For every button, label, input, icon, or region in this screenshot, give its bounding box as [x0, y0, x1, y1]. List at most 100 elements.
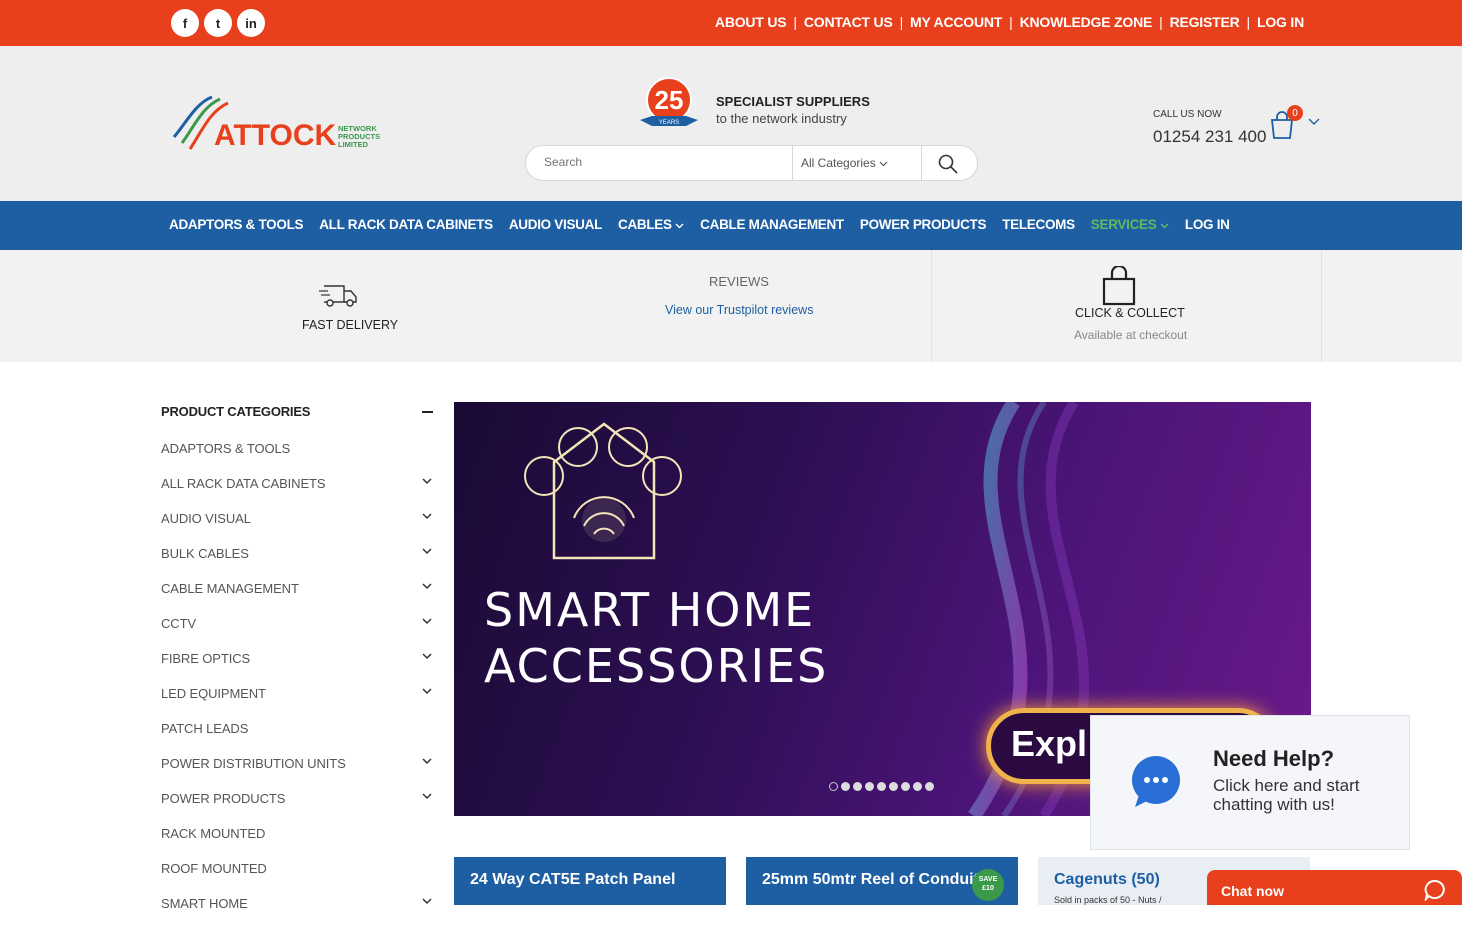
chevron-down-icon[interactable] [422, 547, 432, 555]
nav-cable-management[interactable]: CABLE MANAGEMENT [700, 217, 844, 232]
top-bar: f t in ABOUT US | CONTACT US | MY ACCOUN… [0, 0, 1462, 46]
call-us-label: CALL US NOW [1153, 109, 1222, 120]
register-link[interactable]: REGISTER [1170, 14, 1240, 30]
product-title: Cagenuts (50) [1054, 871, 1160, 888]
nav-all-rack-data-cabinets[interactable]: ALL RACK DATA CABINETS [319, 217, 493, 232]
sidebar-item-label: PATCH LEADS [161, 721, 249, 736]
search-input[interactable] [544, 155, 784, 169]
banner-title: SMART HOME ACCESSORIES [484, 582, 828, 694]
sidebar-item[interactable]: BULK CABLES [161, 546, 436, 581]
chevron-down-icon[interactable] [422, 652, 432, 660]
nav-power-products[interactable]: POWER PRODUCTS [860, 217, 987, 232]
phone-number[interactable]: 01254 231 400 [1153, 127, 1266, 147]
reviews-title: REVIEWS [709, 274, 769, 289]
contact-us-link[interactable]: CONTACT US [804, 14, 893, 30]
linkedin-icon[interactable]: in [237, 9, 265, 37]
slider-dot[interactable] [913, 782, 922, 791]
nav-services-label: SERVICES [1090, 217, 1157, 232]
sidebar-item[interactable]: FIBRE OPTICS [161, 651, 436, 686]
chevron-down-icon[interactable] [1308, 117, 1320, 127]
sidebar-item-label: RACK MOUNTED [161, 826, 266, 841]
nav-cables[interactable]: CABLES [618, 217, 684, 232]
badge-number: 25 [655, 85, 684, 115]
click-collect-subtitle: Available at checkout [1074, 328, 1188, 342]
chevron-down-icon[interactable] [422, 897, 432, 905]
sidebar-item[interactable]: ADAPTORS & TOOLS [161, 441, 436, 476]
slider-dot[interactable] [829, 782, 838, 791]
knowledge-zone-link[interactable]: KNOWLEDGE ZONE [1020, 14, 1153, 30]
chevron-down-icon[interactable] [422, 757, 432, 765]
chat-now-button[interactable]: Chat now [1207, 870, 1462, 905]
save-badge: SAVE £10 [972, 869, 1004, 901]
slider-dot[interactable] [877, 782, 886, 791]
sidebar-item-label: BULK CABLES [161, 546, 249, 561]
sidebar-item[interactable]: POWER PRODUCTS [161, 791, 436, 826]
about-us-link[interactable]: ABOUT US [715, 14, 787, 30]
nav-telecoms[interactable]: TELECOMS [1002, 217, 1075, 232]
trustpilot-reviews-link[interactable]: View our Trustpilot reviews [665, 303, 813, 317]
banner-title-line: ACCESSORIES [484, 639, 829, 693]
nav-audio-visual[interactable]: AUDIO VISUAL [509, 217, 602, 232]
chevron-down-icon[interactable] [422, 617, 432, 625]
need-help-popup[interactable]: Need Help? Click here and start chatting… [1090, 715, 1410, 850]
sidebar-item-label: CABLE MANAGEMENT [161, 581, 299, 596]
nav-services[interactable]: SERVICES [1091, 217, 1169, 232]
attock-logo[interactable]: ATTOCK NETWORK PRODUCTS LIMITED [172, 93, 387, 153]
category-label: All Categories [801, 156, 876, 170]
sidebar-item[interactable]: ROOF MOUNTED [161, 861, 436, 896]
fast-delivery-label: FAST DELIVERY [302, 318, 399, 332]
category-select[interactable]: All Categories [792, 146, 922, 180]
sidebar-item[interactable]: RACK MOUNTED [161, 826, 436, 861]
sidebar-item-label: SMART HOME [161, 896, 248, 911]
search-icon[interactable] [937, 153, 959, 175]
save-badge-text: SAVE [978, 876, 998, 883]
separator: | [1009, 14, 1013, 30]
save-badge-amount: £10 [982, 885, 994, 892]
chevron-down-icon[interactable] [422, 512, 432, 520]
25-years-badge: 25 YEARS [640, 77, 698, 126]
sidebar-item[interactable]: AUDIO VISUAL [161, 511, 436, 546]
chevron-down-icon[interactable] [422, 687, 432, 695]
slider-dot[interactable] [889, 782, 898, 791]
main-nav: ADAPTORS & TOOLS ALL RACK DATA CABINETS … [0, 201, 1462, 250]
twitter-icon[interactable]: t [204, 9, 232, 37]
category-list: ADAPTORS & TOOLS ALL RACK DATA CABINETS AU… [161, 441, 436, 931]
help-title: Need Help? [1213, 746, 1335, 771]
slider-dot[interactable] [865, 782, 874, 791]
slider-dot[interactable] [925, 782, 934, 791]
chevron-down-icon[interactable] [422, 477, 432, 485]
sidebar-item[interactable]: CCTV [161, 616, 436, 651]
chevron-down-icon[interactable] [422, 792, 432, 800]
log-in-link[interactable]: LOG IN [1257, 14, 1304, 30]
separator: | [793, 14, 797, 30]
sidebar-item[interactable]: SMART HOME [161, 896, 436, 931]
chevron-down-icon [1160, 223, 1169, 229]
facebook-icon[interactable]: f [171, 9, 199, 37]
product-categories-title: PRODUCT CATEGORIES [161, 404, 311, 419]
slider-dot[interactable] [841, 782, 850, 791]
chevron-down-icon [879, 161, 888, 167]
nav-log-in[interactable]: LOG IN [1185, 217, 1230, 232]
collapse-icon[interactable] [422, 411, 433, 413]
slider-dot[interactable] [901, 782, 910, 791]
slider-dot[interactable] [853, 782, 862, 791]
sidebar-item[interactable]: LED EQUIPMENT [161, 686, 436, 721]
product-card[interactable]: 24 Way CAT5E Patch Panel [454, 857, 726, 905]
separator: | [1246, 14, 1251, 30]
sidebar-item[interactable]: PATCH LEADS [161, 721, 436, 756]
nav-adaptors-tools[interactable]: ADAPTORS & TOOLS [169, 217, 304, 232]
click-collect-title: CLICK & COLLECT [1075, 306, 1185, 320]
chevron-down-icon[interactable] [422, 582, 432, 590]
sidebar-item[interactable]: ALL RACK DATA CABINETS [161, 476, 436, 511]
chat-bubble-icon [1132, 756, 1180, 807]
my-account-link[interactable]: MY ACCOUNT [910, 14, 1002, 30]
sidebar-item[interactable]: POWER DISTRIBUTION UNITS [161, 756, 436, 791]
cart-count-badge: 0 [1287, 105, 1303, 121]
delivery-truck-icon [319, 285, 357, 307]
sidebar-item-label: ROOF MOUNTED [161, 861, 267, 876]
sidebar-item[interactable]: CABLE MANAGEMENT [161, 581, 436, 616]
chevron-down-icon [675, 223, 684, 229]
top-links: ABOUT US | CONTACT US | MY ACCOUNT | KNO… [715, 14, 1304, 30]
chat-icon [1424, 879, 1445, 901]
sidebar-item-label: ADAPTORS & TOOLS [161, 441, 291, 456]
